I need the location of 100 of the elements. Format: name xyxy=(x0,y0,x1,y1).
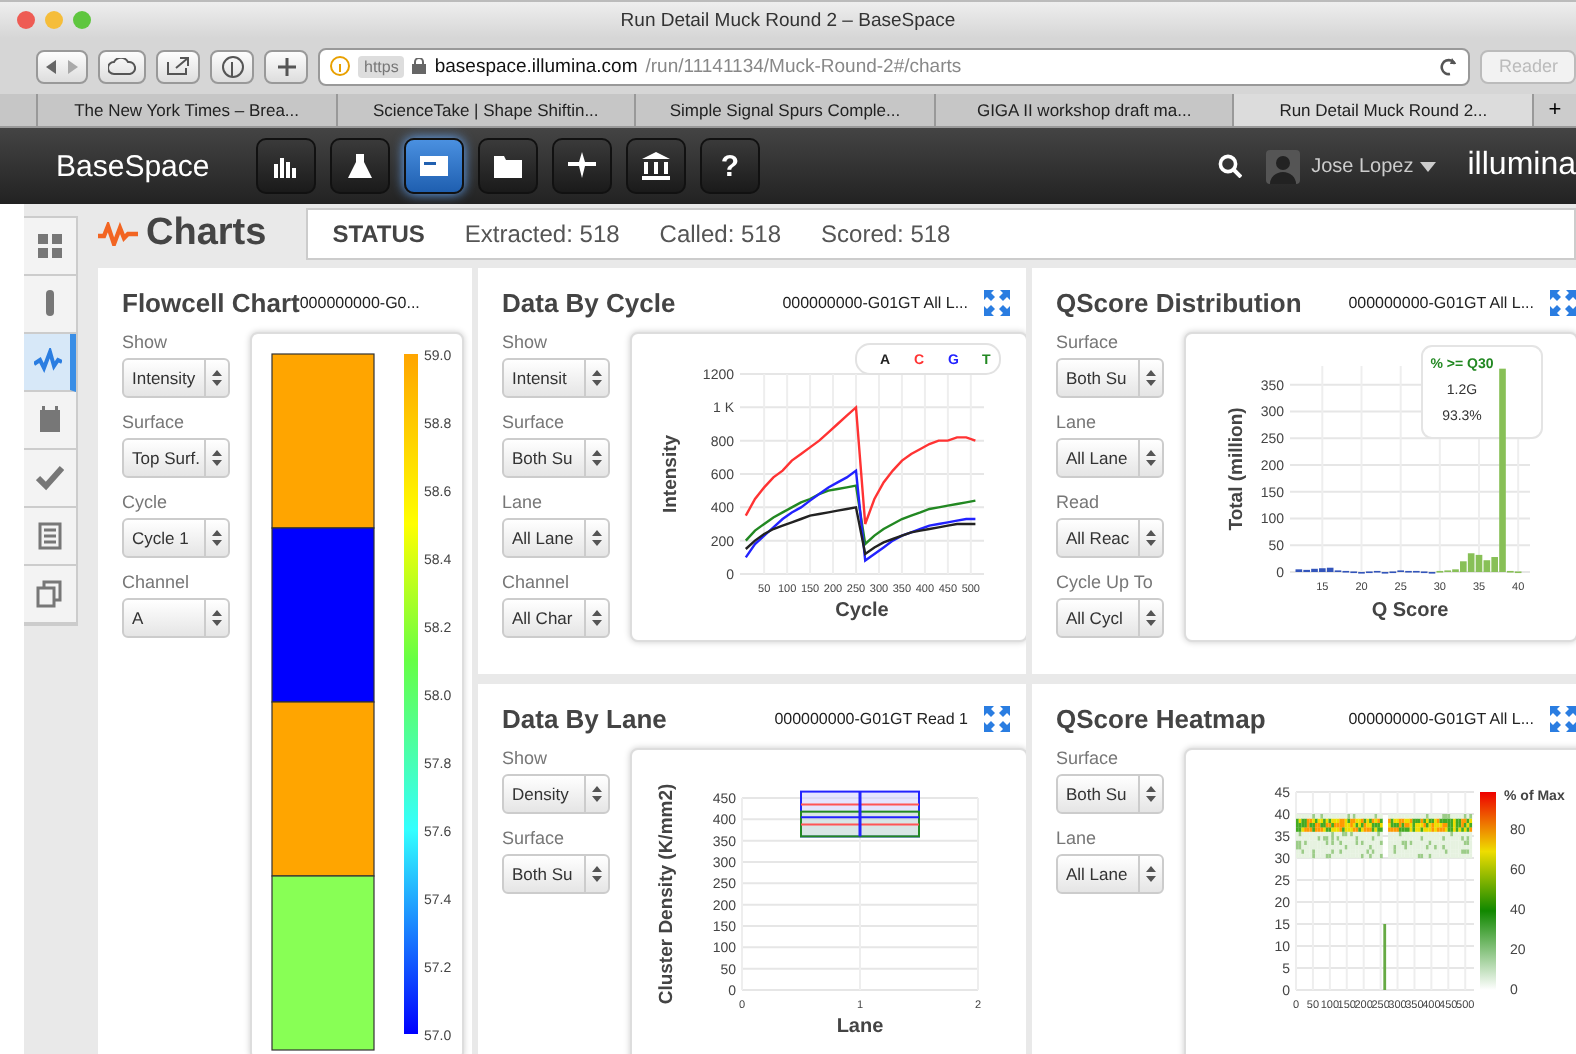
updown-icon xyxy=(212,370,222,386)
search-icon[interactable] xyxy=(1217,154,1242,178)
panel-title: Flowcell Chart xyxy=(122,287,300,317)
field-label: Lane xyxy=(502,492,545,512)
nav-button[interactable] xyxy=(404,138,464,194)
axis-title: Lane xyxy=(836,1016,884,1038)
select-field[interactable]: A xyxy=(122,598,230,638)
field-label: Surface xyxy=(1056,332,1121,352)
expand-icon[interactable] xyxy=(1550,289,1576,315)
select-field[interactable]: All Cycl xyxy=(1056,598,1164,638)
select-field[interactable]: Density xyxy=(502,774,610,814)
share-button[interactable] xyxy=(156,49,200,83)
box-plot-drawing xyxy=(800,790,920,838)
select-field[interactable]: Cycle 1 xyxy=(122,518,230,558)
updown-icon xyxy=(1146,786,1156,802)
address-field[interactable]: https basespace.illumina.com /run/11141134/Muck-Round-2#/charts xyxy=(318,47,1471,85)
brand-logo: illumina xyxy=(1467,148,1576,184)
info-icon xyxy=(330,56,350,76)
axis-title: Total (million) xyxy=(1226,407,1248,531)
pin-button[interactable] xyxy=(210,49,254,83)
calendar-icon[interactable] xyxy=(36,406,64,434)
select-field[interactable]: All Lane xyxy=(502,518,610,558)
back-forward-button[interactable] xyxy=(36,49,88,83)
updown-icon xyxy=(1146,530,1156,546)
panel-subtitle: 000000000-G01GT Read 1 xyxy=(772,709,968,727)
reload-icon[interactable] xyxy=(1440,57,1459,75)
back-icon xyxy=(46,59,56,73)
field-label: Channel xyxy=(502,572,572,592)
pulse-icon xyxy=(98,222,138,246)
browser-tab[interactable]: Run Detail Muck Round 2... xyxy=(1232,94,1532,126)
updown-icon xyxy=(592,370,602,386)
nav-button[interactable] xyxy=(478,138,538,194)
field-label: Cycle xyxy=(122,492,170,512)
select-field[interactable]: All Lane xyxy=(1056,854,1164,894)
add-button[interactable] xyxy=(264,49,308,83)
panel-title: Data By Lane xyxy=(502,703,667,733)
browser-tab[interactable]: GIGA II workshop draft ma... xyxy=(933,94,1233,126)
expand-icon[interactable] xyxy=(984,289,1010,315)
updown-icon xyxy=(592,450,602,466)
updown-icon xyxy=(1146,866,1156,882)
checkmark-icon[interactable] xyxy=(36,464,64,492)
nav-button[interactable] xyxy=(330,138,390,194)
panel-subtitle: 000000000-G0... xyxy=(299,293,422,311)
window-controls-icon[interactable] xyxy=(16,10,96,30)
updown-icon xyxy=(1146,610,1156,626)
updown-icon xyxy=(592,786,602,802)
cloud-button[interactable] xyxy=(98,49,146,83)
flask-icon xyxy=(346,152,374,180)
select-field[interactable]: Both Su xyxy=(1056,358,1164,398)
field-label: Surface xyxy=(122,412,187,432)
select-field[interactable]: All Lane xyxy=(1056,438,1164,478)
status-count: Called: 518 xyxy=(659,220,782,248)
axis-title: Q Score xyxy=(1371,600,1449,622)
updown-icon xyxy=(212,450,222,466)
updown-icon xyxy=(212,610,222,626)
expand-icon[interactable] xyxy=(984,705,1010,731)
field-label: Read xyxy=(1056,492,1102,512)
folder-icon xyxy=(494,152,522,180)
panel-title: Data By Cycle xyxy=(502,287,676,317)
nav-button[interactable] xyxy=(256,138,316,194)
select-field[interactable]: Intensity xyxy=(122,358,230,398)
field-label: Show xyxy=(502,748,550,768)
plus-icon xyxy=(277,57,295,75)
field-label: Show xyxy=(502,332,550,352)
select-field[interactable]: Both Su xyxy=(502,854,610,894)
updown-icon xyxy=(1146,370,1156,386)
select-field[interactable]: Intensit xyxy=(502,358,610,398)
lock-icon xyxy=(412,58,427,74)
nav-button[interactable] xyxy=(626,138,686,194)
select-field[interactable]: All Reac xyxy=(1056,518,1164,558)
grid-icon[interactable] xyxy=(36,232,64,260)
panel-subtitle: 000000000-G01GT All L... xyxy=(780,293,968,311)
copy-icon[interactable] xyxy=(36,580,64,608)
user-name[interactable]: Jose Lopez xyxy=(1311,155,1414,177)
bank-icon xyxy=(642,152,670,180)
nav-button[interactable] xyxy=(552,138,612,194)
wave-icon[interactable] xyxy=(33,348,61,376)
field-label: Show xyxy=(122,332,170,352)
share-icon xyxy=(166,56,190,76)
nav-button[interactable]: ? xyxy=(700,138,760,194)
panel-title: QScore Distribution xyxy=(1056,287,1302,317)
select-field[interactable]: Top Surf. xyxy=(122,438,230,478)
field-label: Surface xyxy=(502,828,567,848)
scroll-icon[interactable] xyxy=(36,522,64,550)
new-tab-button[interactable]: + xyxy=(1531,94,1576,126)
updown-icon xyxy=(212,530,222,546)
field-label: Channel xyxy=(122,572,192,592)
forward-icon xyxy=(68,59,78,73)
select-field[interactable]: All Char xyxy=(502,598,610,638)
select-field[interactable]: Both Su xyxy=(1056,774,1164,814)
caret-icon xyxy=(1419,161,1436,171)
cloud-icon xyxy=(108,57,136,75)
panel-subtitle: 000000000-G01GT All L... xyxy=(1346,293,1534,311)
status-label: STATUS xyxy=(332,220,425,248)
select-field[interactable]: Both Su xyxy=(502,438,610,478)
page-title: Charts xyxy=(146,212,267,256)
status-count: Extracted: 518 xyxy=(464,220,620,248)
axis-title: Cluster Density (K/mm2) xyxy=(656,783,678,1005)
expand-icon[interactable] xyxy=(1550,705,1576,731)
panel-subtitle: 000000000-G01GT All L... xyxy=(1346,709,1534,727)
